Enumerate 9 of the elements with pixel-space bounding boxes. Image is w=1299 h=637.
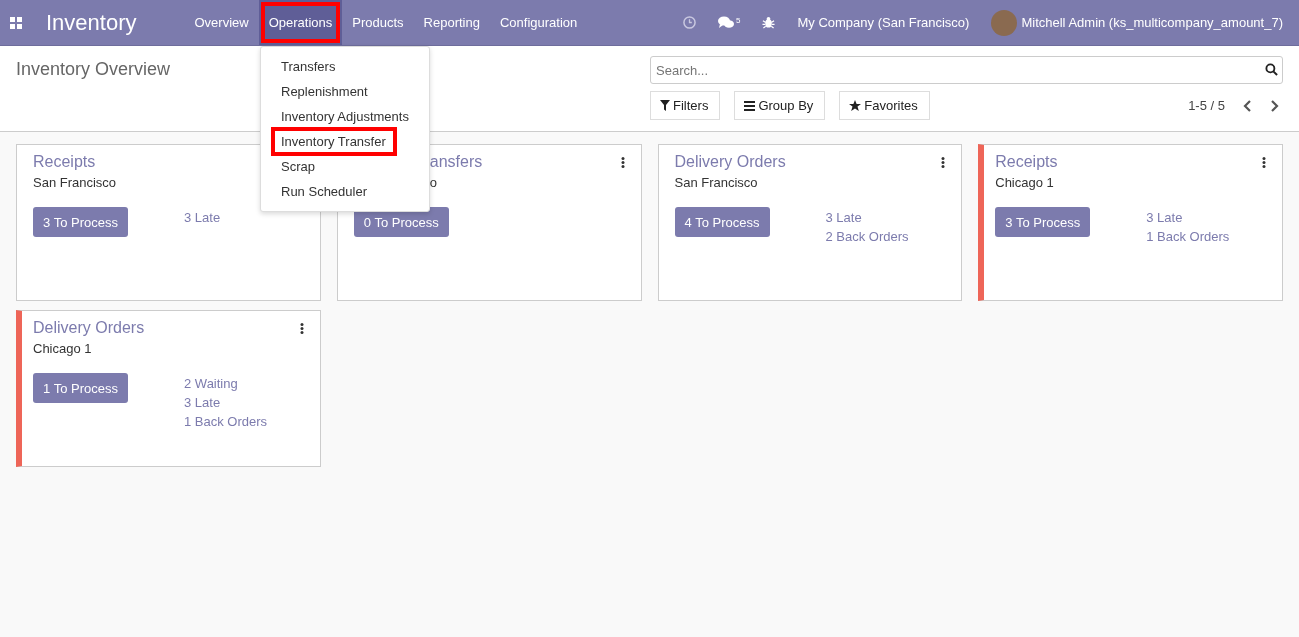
message-count: 5: [736, 16, 741, 25]
card-subtitle: Chicago 1: [33, 341, 93, 356]
app-name: Inventory: [46, 9, 137, 36]
page-title: Inventory Overview: [16, 59, 171, 80]
pager-value: 1-5 / 5: [1188, 98, 1225, 113]
card-subtitle: San Francisco: [33, 175, 117, 190]
card-subtitle: o: [429, 175, 438, 190]
card-subtitle: Chicago 1: [995, 175, 1055, 190]
card-subtitle: San Francisco: [674, 175, 759, 190]
